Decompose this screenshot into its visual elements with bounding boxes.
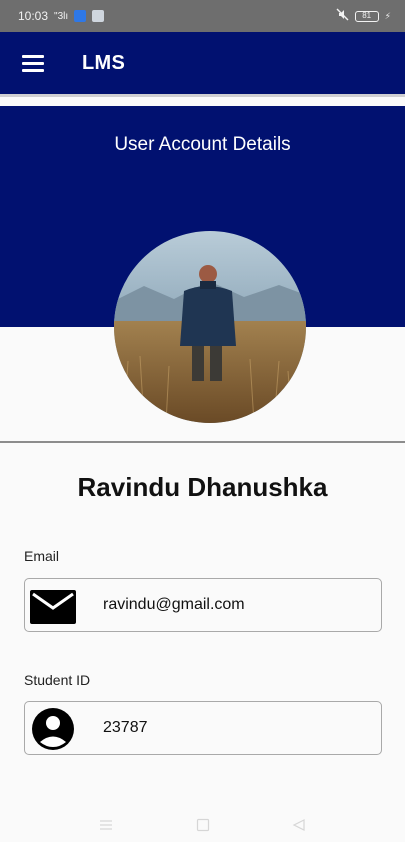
status-bar-right: 81 ⚡ — [336, 8, 391, 24]
user-name: Ravindu Dhanushka — [77, 472, 328, 502]
profile-avatar — [114, 231, 306, 423]
app-bar: LMS — [0, 32, 405, 94]
envelope-icon — [29, 584, 77, 628]
email-label: Email — [24, 548, 60, 564]
app-bar-divider — [0, 94, 405, 97]
home-square-icon[interactable] — [196, 818, 210, 837]
signal-text: "3lı — [54, 10, 69, 22]
student-id-label: Student ID — [24, 672, 91, 688]
hamburger-menu-icon[interactable] — [22, 55, 44, 72]
status-bar: 10:03 "3lı 81 ⚡ — [0, 0, 405, 32]
app-title: LMS — [82, 52, 126, 74]
battery-level: 81 — [362, 11, 372, 20]
student-id-value: 23787 — [103, 719, 148, 736]
bluetooth-icon — [74, 10, 87, 22]
back-triangle-icon[interactable] — [292, 818, 306, 837]
battery-icon: 81 — [354, 10, 379, 22]
mute-icon — [336, 8, 349, 24]
page-title: User Account Details — [114, 134, 291, 155]
email-field[interactable]: ravindu@gmail.com — [24, 578, 382, 632]
email-value: ravindu@gmail.com — [103, 596, 245, 613]
section-divider — [0, 441, 405, 443]
status-bar-left: 10:03 "3lı — [18, 9, 105, 23]
menu-nav-icon[interactable] — [98, 818, 114, 837]
status-time: 10:03 — [18, 9, 49, 23]
person-icon — [29, 707, 77, 751]
system-nav-bar — [0, 812, 405, 842]
student-id-field[interactable]: 23787 — [24, 701, 382, 755]
charging-icon: ⚡ — [384, 10, 391, 21]
image-notification-icon — [92, 10, 105, 22]
